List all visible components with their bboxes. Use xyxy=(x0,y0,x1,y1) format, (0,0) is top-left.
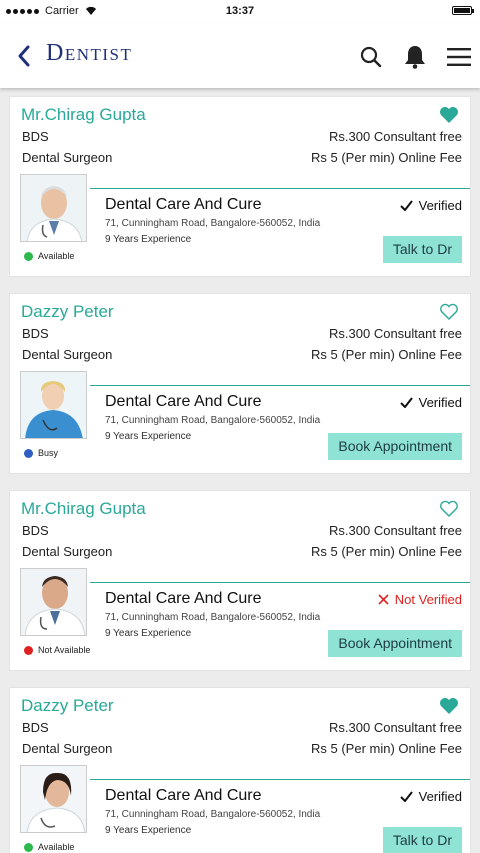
doctor-card[interactable]: Dazzy Peter BDS Dental Surgeon Rs.300 Consu… xyxy=(9,687,471,853)
clinic-name: Dental Care And Cure xyxy=(105,590,262,607)
doctor-degree: BDS xyxy=(22,326,49,341)
doctor-specialty: Dental Surgeon xyxy=(22,544,113,559)
doctor-degree: BDS xyxy=(22,720,49,735)
availability-dot-icon xyxy=(24,448,33,458)
doctor-card[interactable]: Mr.Chirag Gupta BDS Dental Surgeon Rs.300 C… xyxy=(9,490,471,671)
experience: 9 Years Experience xyxy=(105,234,192,245)
back-button[interactable] xyxy=(12,42,36,70)
verification-status: Verified xyxy=(399,395,462,410)
clinic-address: 71, Cunningham Road, Bangalore-560052, I… xyxy=(105,218,321,229)
divider xyxy=(90,582,470,583)
heart-outline-icon[interactable] xyxy=(439,303,459,321)
book-appointment-button[interactable]: Book Appointment xyxy=(328,630,462,657)
availability-dot-icon xyxy=(24,842,33,852)
verification-label: Verified xyxy=(418,789,462,804)
verification-label: Verified xyxy=(418,395,462,410)
clinic-address: 71, Cunningham Road, Bangalore-560052, I… xyxy=(105,415,321,426)
divider xyxy=(90,779,470,780)
doctor-card[interactable]: Dazzy Peter BDS Dental Surgeon Rs.300 Consu… xyxy=(9,293,471,474)
verification-label: Not Verified xyxy=(394,592,462,607)
cross-icon xyxy=(378,594,389,605)
chevron-left-icon xyxy=(18,45,30,67)
availability-dot-icon xyxy=(24,251,33,261)
doctor-photo xyxy=(20,174,87,242)
checkmark-icon xyxy=(399,791,413,802)
menu-button[interactable] xyxy=(446,44,472,70)
search-icon xyxy=(360,46,382,68)
search-button[interactable] xyxy=(358,44,384,70)
divider xyxy=(90,385,470,386)
online-fee: Rs 5 (Per min) Online Fee xyxy=(311,741,462,756)
book-appointment-button[interactable]: Book Appointment xyxy=(328,433,462,460)
doctor-photo xyxy=(20,568,87,636)
clinic-name: Dental Care And Cure xyxy=(105,196,262,213)
bell-icon xyxy=(405,46,425,69)
online-fee: Rs 5 (Per min) Online Fee xyxy=(311,150,462,165)
doctor-name[interactable]: Mr.Chirag Gupta xyxy=(21,499,146,519)
availability-label: Available xyxy=(38,842,75,852)
verification-status: Verified xyxy=(399,789,462,804)
availability-status: Busy xyxy=(24,448,58,458)
consultation-fee: Rs.300 Consultant free xyxy=(329,523,462,538)
status-time: 13:37 xyxy=(225,5,255,17)
talk-to-doctor-button[interactable]: Talk to Dr xyxy=(382,236,462,263)
doctor-specialty: Dental Surgeon xyxy=(22,741,113,756)
doctor-degree: BDS xyxy=(22,129,49,144)
verification-status: Verified xyxy=(399,198,462,213)
experience: 9 Years Experience xyxy=(105,431,192,442)
doctor-degree: BDS xyxy=(22,523,49,538)
availability-label: Available xyxy=(38,251,75,261)
availability-status: Available xyxy=(24,842,74,852)
availability-label: Busy xyxy=(38,448,59,458)
doctor-card[interactable]: Mr.Chirag Gupta BDS Dental Surgeon Rs.300 C… xyxy=(9,96,471,277)
experience: 9 Years Experience xyxy=(105,825,192,836)
hamburger-menu-icon xyxy=(447,48,471,66)
availability-dot-icon xyxy=(24,645,33,655)
clinic-address: 71, Cunningham Road, Bangalore-560052, I… xyxy=(105,612,321,623)
clinic-name: Dental Care And Cure xyxy=(105,393,262,410)
consultation-fee: Rs.300 Consultant free xyxy=(329,129,462,144)
notifications-button[interactable] xyxy=(402,44,428,70)
verification-status: Not Verified xyxy=(378,592,462,607)
availability-status: Available xyxy=(24,251,74,261)
experience: 9 Years Experience xyxy=(105,628,192,639)
app-header: Dentist xyxy=(0,24,480,88)
online-fee: Rs 5 (Per min) Online Fee xyxy=(311,347,462,362)
availability-label: Not Available xyxy=(38,645,91,655)
clinic-name: Dental Care And Cure xyxy=(105,787,262,804)
doctor-photo xyxy=(20,765,87,833)
consultation-fee: Rs.300 Consultant free xyxy=(329,720,462,735)
checkmark-icon xyxy=(399,397,413,408)
heart-outline-icon[interactable] xyxy=(439,500,459,518)
verification-label: Verified xyxy=(418,198,462,213)
battery-icon xyxy=(452,6,474,15)
talk-to-doctor-button[interactable]: Talk to Dr xyxy=(382,827,462,853)
page-title: Dentist xyxy=(46,40,133,66)
doctor-specialty: Dental Surgeon xyxy=(22,347,113,362)
doctor-name[interactable]: Dazzy Peter xyxy=(21,696,114,716)
heart-icon[interactable] xyxy=(439,106,459,124)
doctor-list: Mr.Chirag Gupta BDS Dental Surgeon Rs.300 C… xyxy=(9,96,471,853)
status-bar: Carrier 13:37 xyxy=(0,0,480,24)
doctor-name[interactable]: Mr.Chirag Gupta xyxy=(21,105,146,125)
doctor-photo xyxy=(20,371,87,439)
doctor-name[interactable]: Dazzy Peter xyxy=(21,302,114,322)
doctor-specialty: Dental Surgeon xyxy=(22,150,113,165)
checkmark-icon xyxy=(399,200,413,211)
clinic-address: 71, Cunningham Road, Bangalore-560052, I… xyxy=(105,809,321,820)
online-fee: Rs 5 (Per min) Online Fee xyxy=(311,544,462,559)
heart-icon[interactable] xyxy=(439,697,459,715)
availability-status: Not Available xyxy=(24,645,90,655)
consultation-fee: Rs.300 Consultant free xyxy=(329,326,462,341)
divider xyxy=(90,188,470,189)
